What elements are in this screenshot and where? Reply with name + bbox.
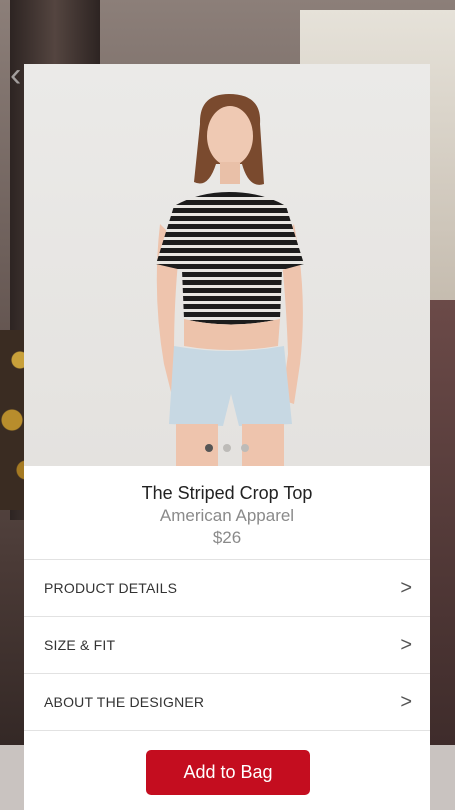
row-size-fit[interactable]: SIZE & FIT > [24, 616, 430, 673]
add-to-bag-button[interactable]: Add to Bag [146, 750, 310, 795]
product-image[interactable] [24, 64, 430, 466]
pagination-dot[interactable] [241, 444, 249, 452]
row-label: SIZE & FIT [44, 637, 116, 653]
pagination-dot[interactable] [205, 444, 213, 452]
product-card: The Striped Crop Top American Apparel $2… [24, 64, 430, 810]
product-info: The Striped Crop Top American Apparel $2… [24, 466, 430, 560]
row-label: PRODUCT DETAILS [44, 580, 178, 596]
chevron-right-icon: > [400, 634, 412, 656]
product-sections: PRODUCT DETAILS > SIZE & FIT > ABOUT THE… [24, 559, 430, 731]
product-price: $26 [212, 528, 242, 547]
image-pagination[interactable] [24, 444, 430, 452]
pagination-dot[interactable] [223, 444, 231, 452]
chevron-right-icon: > [400, 577, 412, 599]
row-product-details[interactable]: PRODUCT DETAILS > [24, 559, 430, 616]
model-illustration [156, 94, 304, 466]
chevron-right-icon: > [400, 691, 412, 713]
row-label: ABOUT THE DESIGNER [44, 694, 205, 710]
product-brand: American Apparel [159, 506, 295, 525]
row-about-designer[interactable]: ABOUT THE DESIGNER > [24, 673, 430, 731]
product-title: The Striped Crop Top [141, 483, 313, 503]
